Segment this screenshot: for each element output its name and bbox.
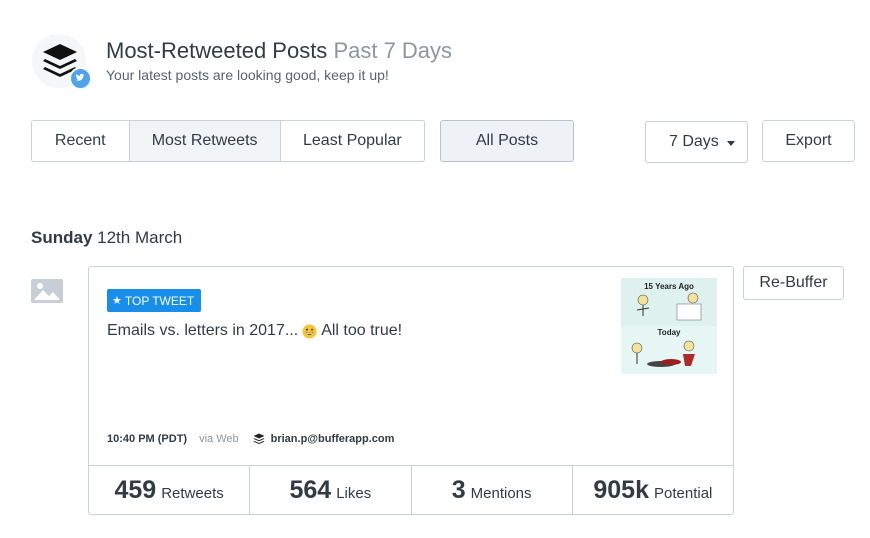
post-thumbnail[interactable]: 15 Years Ago Today xyxy=(621,278,717,374)
svg-text:Today: Today xyxy=(658,328,682,337)
post-text-after: All too true! xyxy=(321,322,403,339)
profile-avatar[interactable] xyxy=(32,34,92,90)
post-stats: 459 Retweets 564 Likes 3 Mentions 905k P… xyxy=(89,465,733,514)
sort-segmented-control: Recent Most Retweets Least Popular xyxy=(31,120,425,162)
page-title-range: Past 7 Days xyxy=(333,38,453,63)
stat-label: Retweets xyxy=(161,485,224,502)
page-header: Most-Retweeted Posts Past 7 Days Your la… xyxy=(32,34,632,94)
stat-value: 3 xyxy=(451,476,466,504)
post-text: Emails vs. letters in 2017... All too tr… xyxy=(107,322,402,340)
stat-label: Mentions xyxy=(470,485,532,502)
stat-label: Potential xyxy=(654,485,713,502)
post-text-before: Emails vs. letters in 2017... xyxy=(107,322,299,339)
day-date: 12th March xyxy=(97,228,183,247)
svg-text:15 Years Ago: 15 Years Ago xyxy=(644,282,694,291)
image-placeholder-icon xyxy=(31,279,63,303)
post-via: via Web xyxy=(199,433,239,445)
post-meta: 10:40 PM (PDT) via Web brian.p@bufferapp… xyxy=(107,433,394,445)
top-tweet-badge: ★ TOP TWEET xyxy=(107,289,202,312)
twitter-badge xyxy=(69,67,92,90)
twitter-bird-icon xyxy=(75,73,85,81)
rebuffer-button[interactable]: Re-Buffer xyxy=(743,266,844,300)
stat-mentions: 3 Mentions xyxy=(412,466,573,514)
comic-thumbnail-image: 15 Years Ago Today xyxy=(621,278,717,374)
export-button[interactable]: Export xyxy=(762,120,855,162)
stat-value: 564 xyxy=(289,476,332,504)
sort-most-retweets-button[interactable]: Most Retweets xyxy=(129,121,281,161)
page-title-main: Most-Retweeted Posts xyxy=(106,38,328,63)
day-heading: Sunday 12th March xyxy=(31,228,182,248)
sort-recent-button[interactable]: Recent xyxy=(32,121,130,161)
post-card: ★ TOP TWEET Emails vs. letters in 2017..… xyxy=(88,266,734,515)
stat-label: Likes xyxy=(336,485,372,502)
page-title: Most-Retweeted Posts Past 7 Days xyxy=(106,38,452,64)
post-time: 10:40 PM (PDT) xyxy=(107,433,188,445)
stat-potential: 905k Potential xyxy=(573,466,733,514)
stat-value: 905k xyxy=(593,476,649,504)
stat-value: 459 xyxy=(114,476,157,504)
date-range-select[interactable]: 7 Days xyxy=(645,121,748,163)
grinning-face-emoji xyxy=(302,323,317,339)
day-weekday: Sunday xyxy=(31,228,93,247)
post-account[interactable]: brian.p@bufferapp.com xyxy=(271,433,395,445)
stat-likes: 564 Likes xyxy=(250,466,412,514)
sort-least-popular-button[interactable]: Least Popular xyxy=(280,121,424,161)
buffer-logo-icon xyxy=(253,433,265,444)
date-range-value: 7 Days xyxy=(669,133,719,150)
page-subtitle: Your latest posts are looking good, keep… xyxy=(106,67,389,83)
star-icon: ★ xyxy=(112,295,122,307)
stat-retweets: 459 Retweets xyxy=(89,466,251,514)
all-posts-button[interactable]: All Posts xyxy=(440,120,574,162)
top-tweet-label: TOP TWEET xyxy=(124,293,195,308)
caret-down-icon xyxy=(727,141,735,146)
